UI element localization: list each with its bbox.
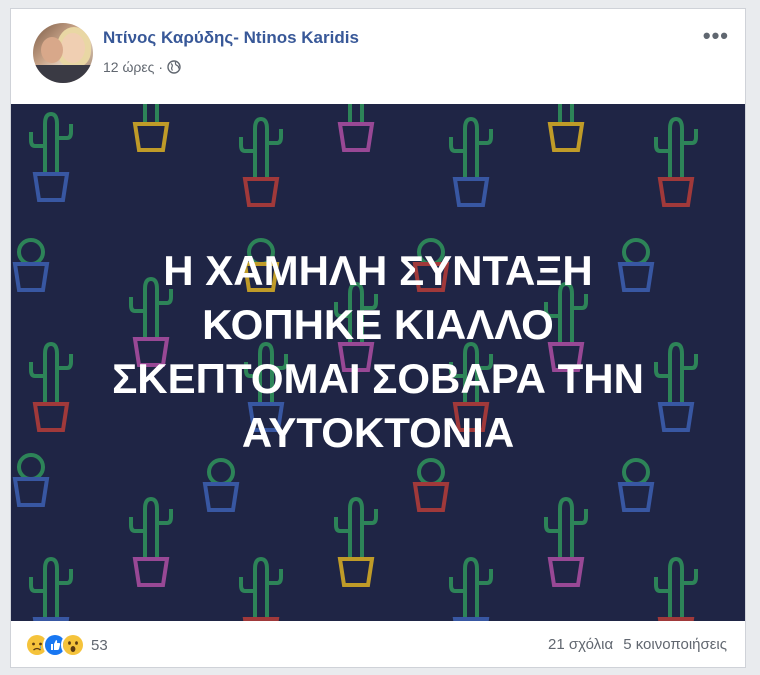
author-avatar[interactable] [33,23,93,83]
comments-count-link[interactable]: 21 σχόλια [548,636,613,653]
author-name-link[interactable]: Ντίνος Καρύδης- Ntinos Karidis [103,28,359,48]
image-text-line: ΣΚΕΠΤΟΜΑΙ ΣΟΒΑΡΑ ΤΗΝ [112,355,644,402]
post-meta: 12 ώρες · [103,59,181,75]
post-image[interactable]: Η ΧΑΜΗΛΗ ΣΥΝΤΑΞΗ ΚΟΠΗΚΕ ΚΙΑΛΛΟ ΣΚΕΠΤΟΜΑΙ… [11,104,745,621]
reaction-count[interactable]: 53 [91,637,108,654]
wow-icon [61,633,85,657]
more-options-button[interactable]: ••• [703,23,729,49]
post-footer: 53 21 σχόλια 5 κοινοποιήσεις [11,621,745,667]
image-text-line: Η ΧΑΜΗΛΗ ΣΥΝΤΑΞΗ [163,247,593,294]
post-time[interactable]: 12 ώρες [103,59,154,75]
reactions-summary[interactable]: 53 [25,633,108,657]
image-text-line: ΚΟΠΗΚΕ ΚΙΑΛΛΟ [202,301,554,348]
globe-icon[interactable] [167,60,181,74]
post-stats: 21 σχόλια 5 κοινοποιήσεις [538,636,727,653]
image-text-line: ΑΥΤΟΚΤΟΝΙΑ [241,409,515,456]
shares-count-link[interactable]: 5 κοινοποιήσεις [623,636,727,653]
post-card: Ντίνος Καρύδης- Ntinos Karidis 12 ώρες · … [10,8,746,668]
post-image-text: Η ΧΑΜΗΛΗ ΣΥΝΤΑΞΗ ΚΟΠΗΚΕ ΚΙΑΛΛΟ ΣΚΕΠΤΟΜΑΙ… [11,244,745,460]
meta-separator: · [158,59,164,75]
